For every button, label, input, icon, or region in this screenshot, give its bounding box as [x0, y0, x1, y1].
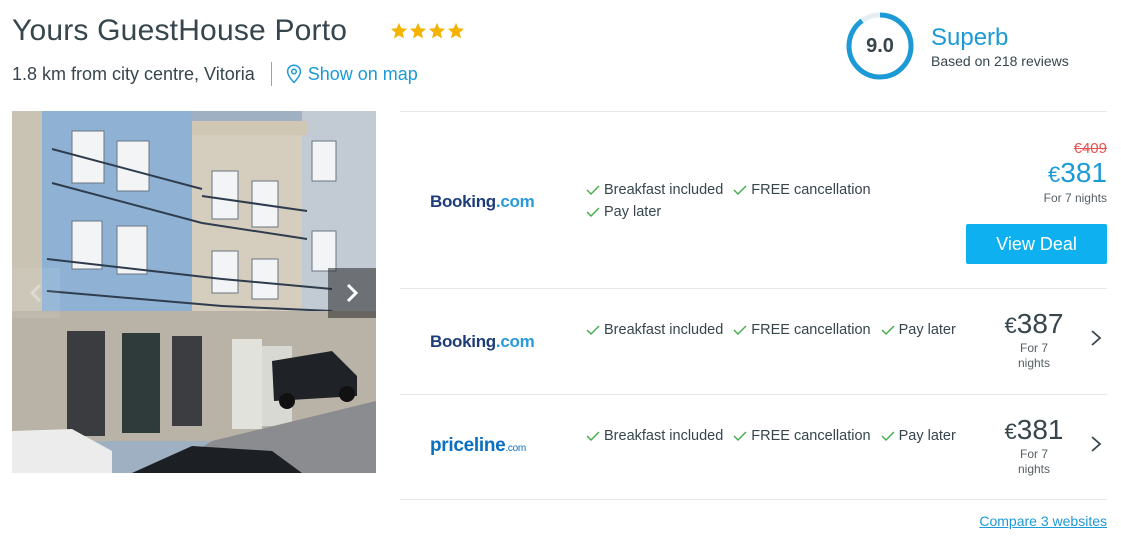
check-icon: [733, 325, 747, 335]
feature-label: Pay later: [898, 428, 956, 444]
feature-label: FREE cancellation: [751, 182, 871, 198]
nights-label: nights: [1017, 462, 1051, 476]
check-icon: [586, 431, 600, 441]
price-amount: 381: [1016, 414, 1064, 445]
currency: €: [1048, 162, 1061, 187]
map-pin-icon: [286, 64, 301, 84]
check-icon: [586, 207, 600, 217]
feature-item: Pay later: [881, 322, 956, 338]
check-icon: [733, 185, 747, 195]
feature-label: Pay later: [898, 322, 956, 338]
feature-item: Pay later: [881, 428, 956, 444]
feature-label: Pay later: [604, 204, 662, 220]
view-deal-button[interactable]: View Deal: [966, 224, 1107, 264]
location-line: 1.8 km from city centre, Vitoria Show on…: [12, 62, 418, 86]
check-icon: [881, 431, 895, 441]
feature-item: FREE cancellation: [733, 322, 871, 338]
star-icon: [390, 22, 408, 39]
old-price: €409: [1073, 140, 1107, 157]
star-icon: [409, 22, 427, 39]
deal-features: Breakfast included FREE cancellation Pay…: [586, 182, 871, 226]
nights-label: For 7 nights: [1043, 191, 1107, 205]
hotel-photo[interactable]: [12, 111, 376, 473]
deal-row[interactable]: priceline.com Breakfast included FREE ca…: [400, 394, 1107, 500]
price-amount: 381: [1060, 157, 1107, 188]
previous-photo-button[interactable]: [12, 268, 60, 318]
nights-label: nights: [1017, 356, 1051, 370]
chevron-right-icon[interactable]: [1089, 329, 1103, 347]
check-icon: [733, 431, 747, 441]
rating-label: Superb: [931, 23, 1009, 51]
divider: [270, 62, 272, 86]
hotel-building-image: [12, 111, 376, 473]
provider-suffix: .com: [495, 332, 535, 351]
check-icon: [586, 185, 600, 195]
price-block: €381 For 7 nights: [994, 415, 1074, 477]
review-count: Based on 218 reviews: [931, 52, 1069, 69]
deal-features: Breakfast included FREE cancellation Pay…: [586, 428, 956, 450]
provider-logo: priceline.com: [430, 435, 526, 457]
feature-item: FREE cancellation: [733, 182, 871, 198]
provider-name: priceline: [430, 435, 506, 456]
check-icon: [586, 325, 600, 335]
star-icon: [447, 22, 465, 39]
currency: €: [1004, 419, 1017, 444]
feature-item: Breakfast included: [586, 428, 723, 444]
hotel-name: Yours GuestHouse Porto: [12, 14, 348, 47]
deal-price: €381: [1044, 157, 1107, 191]
star-rating: [390, 22, 465, 40]
show-on-map-link[interactable]: Show on map: [286, 64, 418, 85]
feature-label: FREE cancellation: [751, 428, 871, 444]
rating-badge: 9.0: [845, 11, 915, 81]
price-amount: 387: [1016, 308, 1064, 339]
nights-label: For 7: [1019, 341, 1048, 355]
feature-item: Pay later: [586, 204, 661, 220]
chevron-right-icon: [346, 283, 359, 303]
provider-name: Booking: [430, 332, 496, 351]
distance-text: 1.8 km from city centre, Vitoria: [12, 63, 255, 84]
currency: €: [1004, 313, 1017, 338]
feature-label: Breakfast included: [604, 322, 724, 338]
check-icon: [881, 325, 895, 335]
feature-item: Breakfast included: [586, 322, 723, 338]
deal-features: Breakfast included FREE cancellation Pay…: [586, 322, 956, 344]
feature-label: Breakfast included: [604, 182, 724, 198]
nights-label: For 7: [1019, 447, 1048, 461]
deal-row[interactable]: Booking.com Breakfast included FREE canc…: [400, 111, 1107, 288]
chevron-right-icon[interactable]: [1089, 435, 1103, 453]
rating-text: Superb Based on 218 reviews: [931, 24, 1069, 69]
provider-suffix: .com: [495, 192, 535, 211]
feature-item: FREE cancellation: [733, 428, 871, 444]
provider-suffix: .com: [505, 443, 526, 454]
feature-label: FREE cancellation: [751, 322, 871, 338]
provider-logo: Booking.com: [430, 332, 535, 352]
deal-price: €381: [994, 415, 1074, 447]
deal-price: €387: [994, 309, 1074, 341]
provider-name: Booking: [430, 192, 496, 211]
chevron-left-icon: [29, 283, 42, 303]
review-rating: 9.0 Superb Based on 218 reviews: [845, 11, 1069, 81]
rating-score: 9.0: [866, 35, 894, 57]
next-photo-button[interactable]: [328, 268, 376, 318]
map-link-label: Show on map: [307, 63, 418, 84]
compare-websites-link[interactable]: Compare 3 websites: [979, 513, 1107, 529]
star-icon: [428, 22, 446, 39]
price-block: €387 For 7 nights: [994, 309, 1074, 371]
provider-logo: Booking.com: [430, 192, 535, 212]
deals-list: Booking.com Breakfast included FREE canc…: [400, 111, 1107, 500]
feature-item: Breakfast included: [586, 182, 723, 198]
deal-row[interactable]: Booking.com Breakfast included FREE canc…: [400, 288, 1107, 394]
feature-label: Breakfast included: [604, 428, 724, 444]
price-block: €409 €381 For 7 nights: [1044, 140, 1107, 206]
